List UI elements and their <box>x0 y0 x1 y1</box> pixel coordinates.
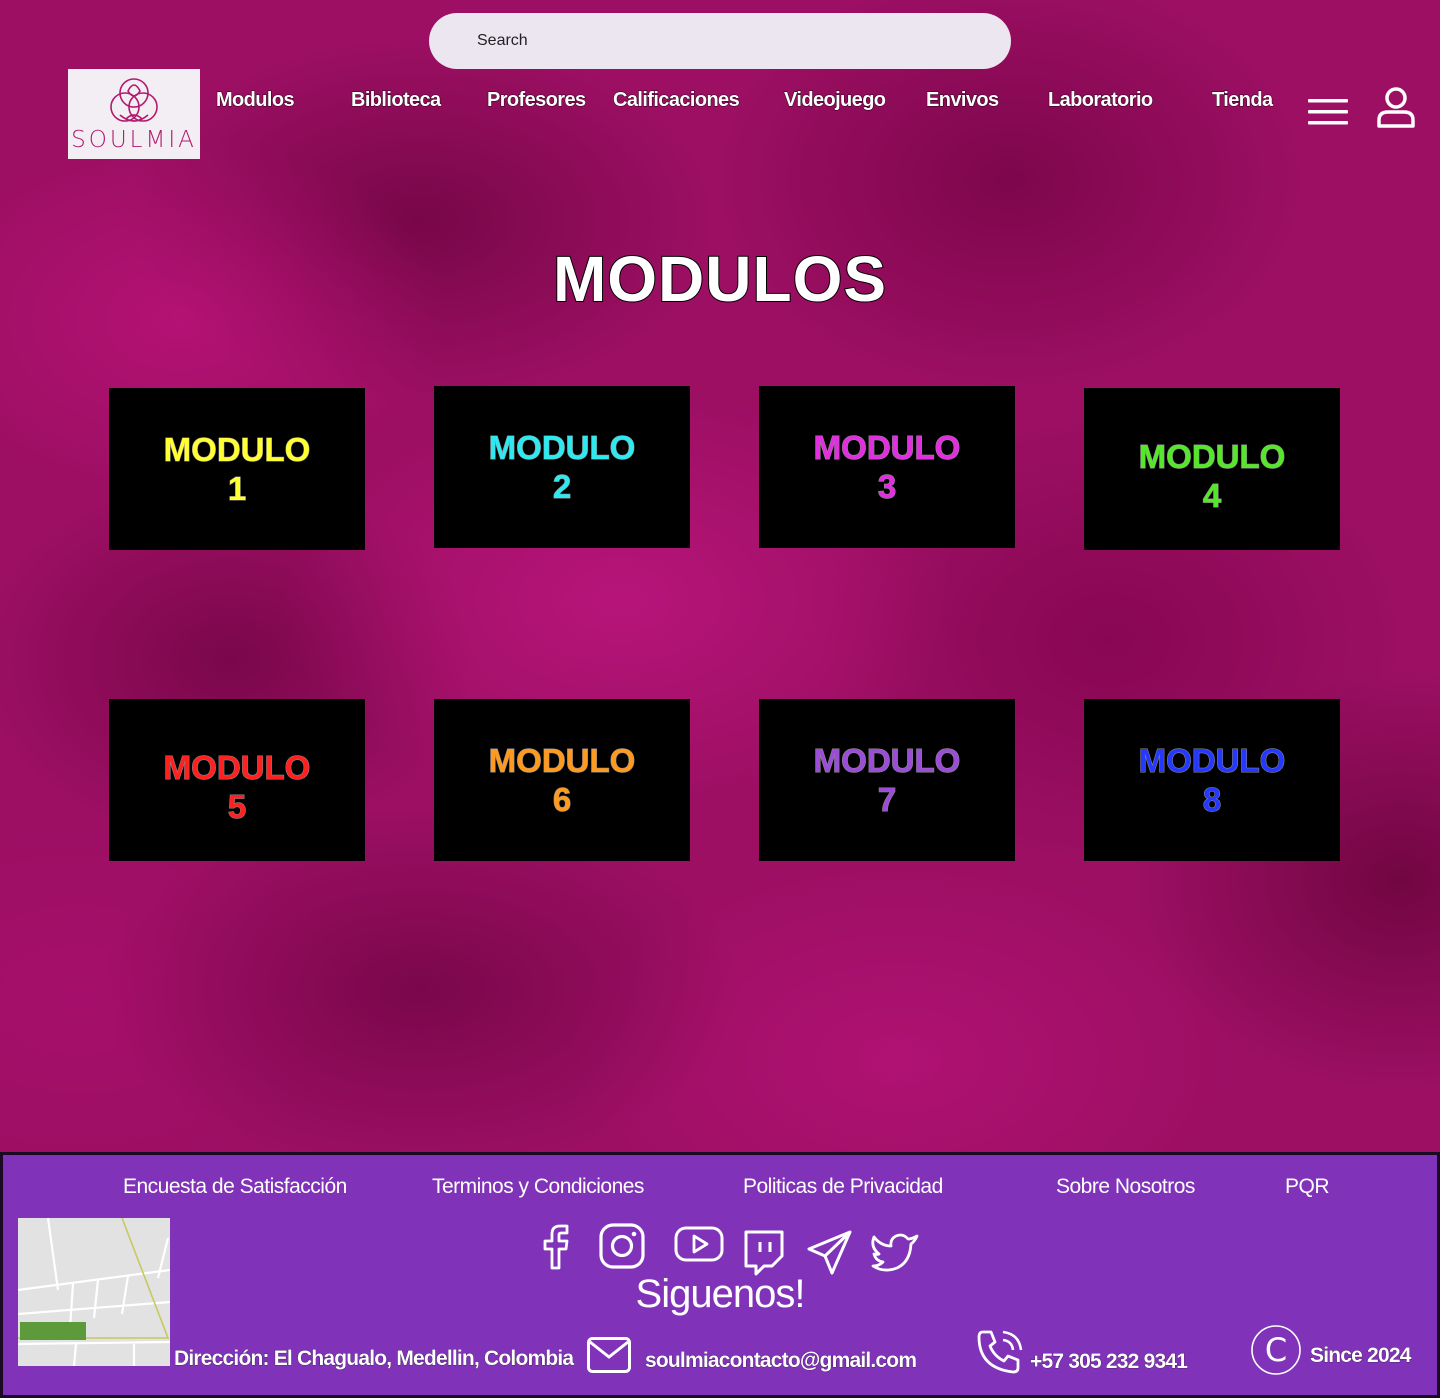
module-card-4[interactable]: MODULO 4 <box>1084 388 1340 550</box>
module-card-3[interactable]: MODULO 3 <box>759 386 1015 548</box>
nav-biblioteca[interactable]: Biblioteca <box>351 89 442 112</box>
nav-profesores[interactable]: Profesores <box>487 89 587 112</box>
footer-link-encuesta[interactable]: Encuesta de Satisfacción <box>123 1175 347 1199</box>
module-word: MODULO <box>1138 742 1286 780</box>
module-number: 4 <box>1202 477 1222 515</box>
phone-link[interactable]: +57 305 232 9341 <box>1030 1350 1189 1374</box>
nav-laboratorio[interactable]: Laboratorio <box>1048 89 1154 112</box>
twitter-icon[interactable] <box>870 1230 920 1274</box>
module-word: MODULO <box>163 431 311 469</box>
module-number: 7 <box>877 781 897 819</box>
youtube-icon[interactable] <box>673 1225 725 1265</box>
nav-envivos[interactable]: Envivos <box>926 89 1000 112</box>
module-number: 1 <box>227 470 247 508</box>
module-card-8[interactable]: MODULO 8 <box>1084 699 1340 861</box>
user-icon[interactable] <box>1376 86 1416 128</box>
module-word: MODULO <box>813 742 961 780</box>
module-number: 8 <box>1202 781 1222 819</box>
lotus-logo-icon <box>110 78 158 122</box>
mail-icon <box>587 1337 631 1373</box>
module-word: MODULO <box>1138 438 1286 476</box>
hamburger-menu-icon[interactable] <box>1306 96 1350 128</box>
search-input[interactable] <box>429 13 1011 69</box>
footer-link-sobre-nosotros[interactable]: Sobre Nosotros <box>1056 1175 1195 1199</box>
module-card-5[interactable]: MODULO 5 <box>109 699 365 861</box>
module-card-7[interactable]: MODULO 7 <box>759 699 1015 861</box>
page-title: MODULOS <box>552 242 888 316</box>
copyright-symbol: C <box>1265 1331 1287 1369</box>
module-card-2[interactable]: MODULO 2 <box>434 386 690 548</box>
facebook-icon[interactable] <box>540 1222 576 1270</box>
module-card-1[interactable]: MODULO 1 <box>109 388 365 550</box>
module-number: 2 <box>552 468 572 506</box>
phone-icon <box>977 1330 1023 1374</box>
nav-videojuego[interactable]: Videojuego <box>783 89 886 112</box>
twitch-icon[interactable] <box>742 1228 786 1276</box>
soulmia-logo[interactable]: SOULMIA <box>68 69 200 159</box>
module-number: 6 <box>552 781 572 819</box>
module-number: 5 <box>227 788 247 826</box>
address-text: Dirección: El Chagualo, Medellin, Colomb… <box>174 1347 575 1371</box>
module-number: 3 <box>877 468 897 506</box>
module-word: MODULO <box>163 749 311 787</box>
email-link[interactable]: soulmiacontacto@gmail.com <box>645 1349 918 1373</box>
logo-text: SOULMIA <box>71 127 197 153</box>
module-word: MODULO <box>488 429 636 467</box>
follow-us-text: Siguenos! <box>635 1272 806 1316</box>
nav-tienda[interactable]: Tienda <box>1212 89 1274 112</box>
nav-calificaciones[interactable]: Calificaciones <box>612 89 740 112</box>
module-word: MODULO <box>813 429 961 467</box>
telegram-icon[interactable] <box>806 1228 854 1276</box>
copyright-icon: C <box>1251 1325 1301 1375</box>
footer-link-terminos[interactable]: Terminos y Condiciones <box>432 1175 644 1199</box>
instagram-icon[interactable] <box>598 1222 646 1270</box>
since-text: Since 2024 <box>1310 1344 1412 1368</box>
module-word: MODULO <box>488 742 636 780</box>
footer-link-pqr[interactable]: PQR <box>1285 1175 1330 1199</box>
footer-link-privacidad[interactable]: Politicas de Privacidad <box>743 1175 943 1199</box>
module-card-6[interactable]: MODULO 6 <box>434 699 690 861</box>
nav-modulos[interactable]: Modulos <box>215 89 295 112</box>
